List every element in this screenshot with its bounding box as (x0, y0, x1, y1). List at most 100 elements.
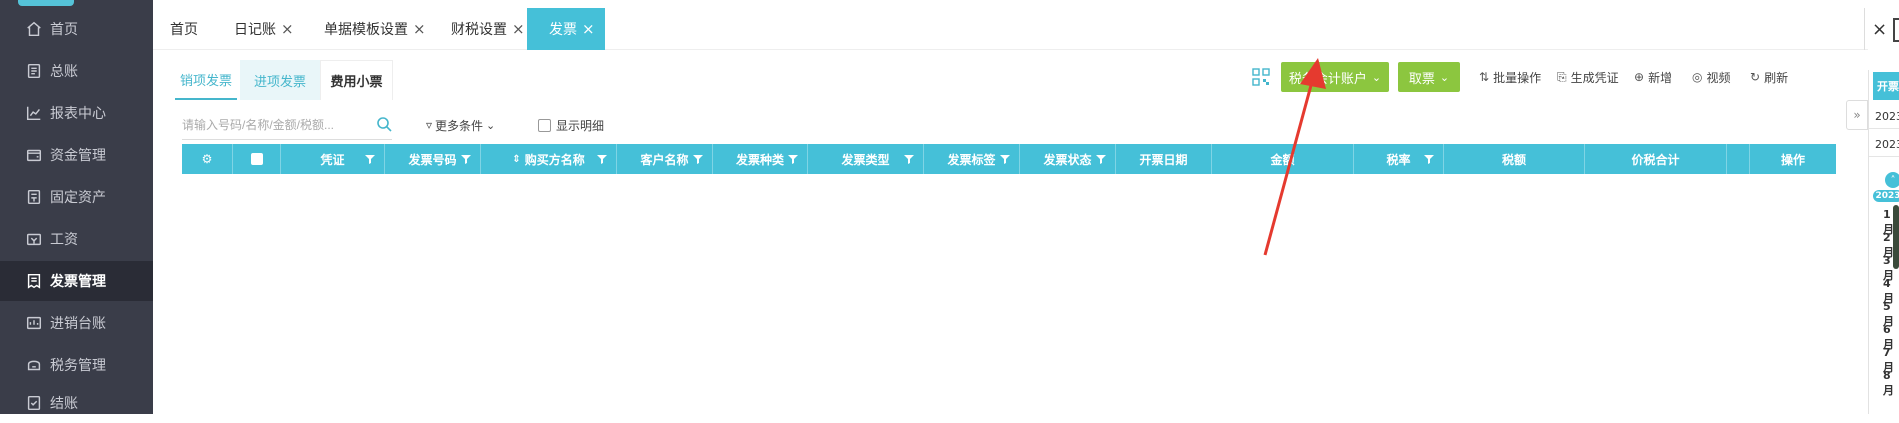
column-label: 凭证 (320, 152, 345, 167)
select-all-cell[interactable] (233, 144, 281, 174)
tab-home[interactable]: 首页 (170, 8, 198, 50)
sort-icon[interactable]: ⇕ (512, 154, 520, 165)
sidebar-item-label: 报表中心 (50, 106, 106, 122)
sidebar-item-invoice[interactable]: 发票管理 (0, 261, 153, 301)
column-issue-date[interactable]: 开票日期 (1116, 144, 1212, 174)
tax-account-button[interactable]: 税务会计账户 ⌄ (1281, 62, 1389, 92)
filter-icon[interactable] (1423, 153, 1435, 165)
detail-label: 显示明细 (556, 118, 605, 133)
close-icon[interactable]: × (582, 20, 595, 38)
sidebar-item-reports[interactable]: 报表中心 (0, 93, 153, 133)
scrollbar[interactable] (1893, 205, 1899, 269)
column-invoice-type[interactable]: 发票类型 (808, 144, 924, 174)
show-detail-checkbox[interactable]: 显示明细 (538, 113, 604, 137)
column-buyer-name[interactable]: ⇕ 购买方名称 (481, 144, 617, 174)
column-invoice-status[interactable]: 发票状态 (1020, 144, 1116, 174)
sidebar-item-funds[interactable]: 资金管理 (0, 135, 153, 175)
tab-finance-settings[interactable]: 财税设置 × (451, 8, 525, 50)
close-icon[interactable]: × (512, 20, 525, 38)
column-tax-amount[interactable]: 税额 (1444, 144, 1585, 174)
column-voucher[interactable]: 凭证 (281, 144, 385, 174)
column-customer-name[interactable]: 客户名称 (617, 144, 713, 174)
sidebar-item-label: 发票管理 (50, 274, 106, 290)
more-conditions-button[interactable]: ▿ 更多条件 ⌄ (426, 113, 495, 137)
qrcode-icon[interactable] (1252, 68, 1270, 86)
inventory-icon (24, 313, 44, 333)
filter-icon[interactable] (1095, 153, 1107, 165)
select-all-checkbox[interactable] (250, 153, 263, 165)
tax-account-label: 税务会计账户 (1288, 71, 1367, 87)
close-icon[interactable]: × (413, 20, 426, 38)
filter-icon[interactable] (364, 153, 376, 165)
column-amount[interactable]: 金额 (1212, 144, 1354, 174)
column-label: 客户名称 (640, 152, 689, 167)
filter-icon[interactable] (999, 153, 1011, 165)
column-total[interactable]: 价税合计 (1585, 144, 1727, 174)
tab-journal[interactable]: 日记账 × (234, 8, 294, 50)
filter-icon[interactable] (787, 153, 799, 165)
fetch-invoice-button[interactable]: 取票 ⌄ (1398, 62, 1460, 92)
column-tax-rate[interactable]: 税率 (1354, 144, 1444, 174)
fullscreen-icon[interactable] (1893, 18, 1899, 42)
checkbox[interactable] (538, 118, 551, 132)
column-label: 发票标签 (947, 152, 996, 167)
sidebar-item-label: 总账 (50, 64, 78, 80)
date-range-end[interactable]: 2023.1 (1875, 138, 1899, 151)
sidebar-item-label: 税务管理 (50, 358, 106, 374)
close-icon[interactable]: × (281, 20, 294, 38)
column-label: 购买方名称 (524, 152, 585, 167)
search-input[interactable] (182, 117, 362, 132)
sidebar-item-home[interactable]: 首页 (0, 9, 153, 49)
chevron-up-icon[interactable]: ˄ (1885, 172, 1899, 188)
sidebar-item-assets[interactable]: 固定资产 (0, 177, 153, 217)
column-label: 操作 (1780, 152, 1805, 167)
subtab-expense-receipt[interactable]: 费用小票 (320, 60, 393, 100)
panel-collapse-button[interactable]: » (1846, 100, 1868, 130)
sidebar-item-inventory[interactable]: 进销台账 (0, 303, 153, 343)
search-icon[interactable] (376, 116, 392, 132)
close-all-button[interactable]: × (1864, 8, 1894, 50)
sidebar-item-close-books[interactable]: 结账 (0, 383, 153, 423)
play-circle-icon: ◎ (1692, 70, 1703, 84)
column-invoice-kind[interactable]: 发票种类 (713, 144, 808, 174)
sidebar-item-label: 固定资产 (50, 190, 106, 206)
column-label: 价税合计 (1631, 152, 1680, 167)
close-books-icon (24, 393, 44, 413)
column-label: 税率 (1386, 152, 1411, 167)
batch-icon: ⇅ (1479, 70, 1490, 84)
filter-icon[interactable] (460, 153, 472, 165)
sidebar-item-tax[interactable]: 税务管理 (0, 345, 153, 385)
invoice-icon (24, 271, 44, 291)
date-panel-header: 开票日期 (1873, 72, 1899, 100)
month-item[interactable]: 8月 (1883, 369, 1899, 398)
voucher-icon: ⎘ (1557, 69, 1567, 84)
filter-icon[interactable] (596, 153, 608, 165)
double-chevron-right-icon: » (1853, 108, 1861, 122)
fetch-label: 取票 (1408, 71, 1435, 87)
subtab-purchase-invoice[interactable]: 进项发票 (240, 60, 320, 100)
refresh-button[interactable]: ↻ 刷新 (1750, 62, 1788, 92)
sidebar-top-indicator (0, 0, 153, 6)
tab-invoice[interactable]: 发票 × (527, 8, 605, 50)
sidebar-item-ledger[interactable]: 总账 (0, 51, 153, 91)
batch-operation-button[interactable]: ⇅ 批量操作 (1479, 62, 1541, 92)
generate-voucher-button[interactable]: ⎘ 生成凭证 (1557, 62, 1619, 92)
filter-icon[interactable] (903, 153, 915, 165)
column-settings[interactable]: ⚙ (182, 144, 233, 174)
sidebar-item-salary[interactable]: 工资 (0, 219, 153, 259)
chevron-down-icon: ⌄ (1439, 70, 1450, 84)
column-invoice-tag[interactable]: 发票标签 (924, 144, 1020, 174)
video-button[interactable]: ◎ 视频 (1692, 62, 1731, 92)
column-invoice-number[interactable]: 发票号码 (385, 144, 481, 174)
column-label: 开票日期 (1139, 152, 1188, 167)
voucher-label: 生成凭证 (1570, 70, 1619, 85)
divider (1869, 156, 1899, 157)
chevron-down-icon: ⌄ (486, 118, 496, 132)
home-icon (24, 19, 44, 39)
subtab-sales-invoice[interactable]: 销项发票 (175, 60, 237, 100)
tab-voucher-template[interactable]: 单据模板设置 × (324, 8, 426, 50)
date-range-start[interactable]: 2023.1 (1875, 110, 1899, 123)
refresh-label: 刷新 (1764, 70, 1789, 85)
filter-icon[interactable] (692, 153, 704, 165)
add-button[interactable]: ⊕ 新增 (1634, 62, 1672, 92)
